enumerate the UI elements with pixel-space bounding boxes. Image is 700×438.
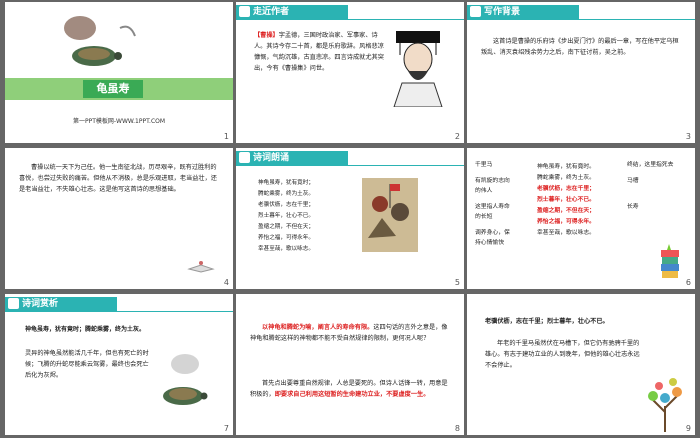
poem-line: 幸甚至哉，歌以咏志。 (258, 246, 314, 252)
title-banner: 龟虽寿 (5, 78, 233, 100)
leaf-icon (239, 152, 250, 163)
poem-line: 神龟虽寿，犹有竟时。 (537, 164, 595, 170)
section-header: 诗词赏析 (5, 294, 233, 312)
slide-number: 5 (454, 278, 460, 287)
section-title: 诗词赏析 (22, 299, 59, 309)
poem-line: 养怡之福，可得永年。 (537, 219, 595, 225)
poem-line: 老骥伏枥，志在千里； (537, 186, 595, 192)
slide-number: 6 (685, 278, 691, 287)
tree-decoration (643, 376, 687, 432)
section-title: 诗词朗诵 (253, 153, 290, 163)
poem-line: 幸甚至哉，歌以咏志。 (537, 230, 595, 236)
analysis-text: 曹操以统一天下为己任。他一生南征北战，历尽艰辛，既有过胜利的喜悦，也尝过失败的痛… (19, 164, 217, 193)
slide-number: 8 (454, 424, 460, 433)
poem-line: 养怡之福，可得永年。 (258, 235, 314, 241)
verse-text: 神龟虽寿，犹有竟时；腾蛇乘雾，终为土灰。 (25, 326, 146, 333)
slide-number: 9 (685, 424, 691, 433)
slide-thumb-5[interactable]: 诗词朗诵 神龟虽寿，犹有竟时； 腾蛇乘雾，终为土灰。 老骥伏枥，志在千里； 烈士… (236, 148, 464, 289)
poem-line: 腾蛇乘雾，终为土灰。 (537, 175, 595, 181)
leaf-icon (239, 6, 250, 17)
annotation-item: 千里马 (475, 162, 493, 168)
appreciation-text: 灵异的神龟虽然能活几千年，但也有死亡的时候；飞腾的升蛇尽能乘云驾雾，最终也会死亡… (25, 350, 149, 379)
author-portrait (388, 27, 448, 108)
highlight-text: 以神龟和腾蛇为喻，阐言人的寿命有限。 (262, 324, 374, 331)
slide-thumb-4[interactable]: 曹操以统一天下为己任。他一生南征北战，历尽艰辛，既有过胜利的喜悦，也尝过失败的痛… (5, 148, 233, 289)
poem-line: 烈士暮年，壮心不已。 (537, 197, 595, 203)
highlight-text: 即要求自己利用这短暂的生命建功立业，不要虚度一生。 (274, 391, 430, 398)
footer-text: 第一PPT模板网-WWW.1PPT.COM (72, 118, 166, 125)
book-decoration (187, 258, 215, 273)
poem-annotated: 神龟虽寿，犹有竟时。 腾蛇乘雾，终为土灰。 老骥伏枥，志在千里； 烈士暮年，壮心… (537, 162, 627, 239)
tortoise-image (155, 346, 215, 414)
battle-painting (362, 178, 418, 252)
slide-thumb-7[interactable]: 诗词赏析 神龟虽寿，犹有竟时；腾蛇乘雾，终为土灰。 灵异的神龟虽然能活几千年，但… (5, 294, 233, 435)
leaf-icon (8, 298, 19, 309)
books-decoration (659, 244, 681, 280)
slide-number: 7 (223, 424, 229, 433)
slide-thumb-9[interactable]: 老骥伏枥，志在千里；烈士暮年，壮心不已。 年老的千里马虽然伏在马槽下，但它仍有驰… (467, 294, 695, 435)
poem-line: 盈缩之期，不但在天； (537, 208, 595, 214)
poem-line: 老骥伏枥，志在千里； (258, 202, 314, 208)
author-name: 【曹操】 (254, 32, 279, 39)
annotation-item: 终结，这里指死去 (627, 162, 674, 168)
slide-thumb-6[interactable]: 千里马 有凯旋的志向的伟人 这里指人寿命的长短 调养身心，保持心情愉快 神龟虽寿… (467, 148, 695, 289)
slide-thumb-2[interactable]: 走近作者 【曹操】字孟德，三国时政治家、军事家、诗人。其诗今存二十首，都是乐府歌… (236, 2, 464, 143)
annotation-item: 有凯旋的志向的伟人 (475, 178, 510, 194)
section-header: 诗词朗诵 (236, 148, 464, 166)
slide-number: 1 (223, 132, 229, 141)
slide-thumb-1[interactable]: 龟虽寿 第一PPT模板网-WWW.1PPT.COM 1 (5, 2, 233, 143)
slide-title: 龟虽寿 (96, 82, 130, 95)
analysis-paragraph-1: 以神龟和腾蛇为喻，阐言人的寿命有限。这四句话的言外之意是，像神龟和腾蛇这样的神物… (250, 322, 450, 344)
leaf-icon (470, 6, 481, 17)
analysis-paragraph-2: 首先点出要尊重自然规律，人总是要死的。但诗人话锋一转，用意是积极的，即要求自己利… (250, 378, 450, 400)
slide-thumb-3[interactable]: 写作背景 这首诗是曹操的乐府诗《步出夏门行》的最后一章，写在他平定乌桓叛乱、消灭… (467, 2, 695, 143)
poem-line: 腾蛇乘雾，终为土灰。 (258, 191, 314, 197)
poem-lines: 神龟虽寿，犹有竟时； 腾蛇乘雾，终为土灰。 老骥伏枥，志在千里； 烈士暮年，壮心… (258, 178, 343, 255)
annotation-right: 终结，这里指死去 马槽 长寿 (627, 160, 677, 212)
annotation-item: 长寿 (627, 204, 639, 210)
section-title: 走近作者 (253, 7, 290, 17)
verse-text: 老骥伏枥，志在千里；烈士暮年，壮心不已。 (485, 318, 609, 325)
author-bio: 【曹操】字孟德，三国时政治家、军事家、诗人。其诗今存二十首，都是乐府歌辞。风格悲… (254, 30, 386, 74)
poem-line: 神龟虽寿，犹有竟时； (258, 180, 314, 186)
annotation-item: 马槽 (627, 178, 639, 184)
annotation-item: 这里指人寿命的长短 (475, 204, 510, 220)
slide-number: 4 (223, 278, 229, 287)
background-text: 这首诗是曹操的乐府诗《步出夏门行》的最后一章，写在他平定乌桓叛乱、消灭袁绍残余势… (481, 38, 679, 56)
poem-line: 烈士暮年，壮心不已。 (258, 213, 314, 219)
tortoise-image (60, 8, 140, 73)
section-header: 写作背景 (467, 2, 695, 20)
section-header: 走近作者 (236, 2, 464, 20)
slide-number: 2 (454, 132, 460, 141)
annotation-left: 千里马 有凯旋的志向的伟人 这里指人寿命的长短 调养身心，保持心情愉快 (475, 160, 515, 248)
appreciation-text: 年老的千里马虽然伏在马槽下，但它仍有驰骋千里的雄心。有志于建功立业的人到晚年，但… (485, 340, 640, 369)
poem-line: 盈缩之期，不但在天； (258, 224, 314, 230)
slide-thumb-8[interactable]: 以神龟和腾蛇为喻，阐言人的寿命有限。这四句话的言外之意是，像神龟和腾蛇这样的神物… (236, 294, 464, 435)
section-title: 写作背景 (484, 7, 521, 17)
slide-number: 3 (685, 132, 691, 141)
annotation-item: 调养身心，保持心情愉快 (475, 230, 510, 246)
